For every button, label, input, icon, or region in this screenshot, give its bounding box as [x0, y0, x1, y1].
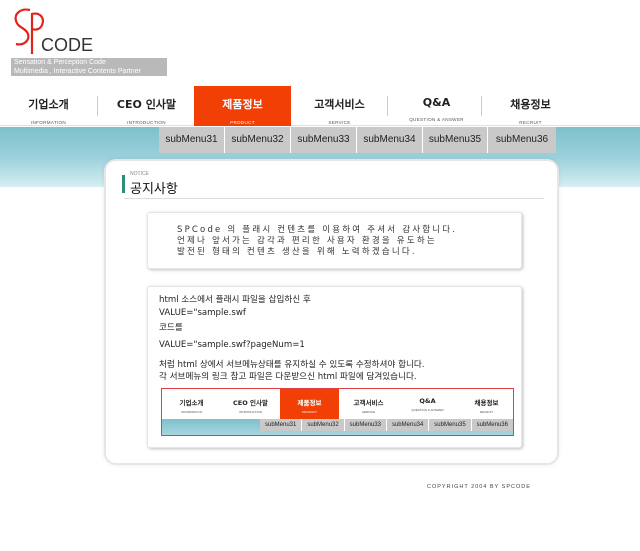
- instruction-line-3: 처럼 html 상에서 서브메뉴상태를 유지하실 수 있도록 수정하셔야 합니다…: [159, 360, 425, 370]
- submenu-item-36[interactable]: subMenu36: [488, 127, 556, 153]
- preview-nav-item: CEO 인사말 INTRODUCTION: [221, 389, 280, 419]
- preview-nav-item-active: 제품정보 PRODUCT: [280, 389, 339, 419]
- nav-sublabel: RECRUIT: [519, 120, 542, 125]
- tagline-line-2: Multimedia , Interactive Contents Partne…: [14, 68, 141, 75]
- nav-label: 기업소개: [28, 98, 69, 111]
- preview-nav-item: 채용정보 RECRUIT: [457, 389, 516, 419]
- preview-nav-item: Q&A QUESTION & ANSWER: [398, 389, 457, 419]
- nav-label: 제품정보: [222, 98, 263, 111]
- tagline: Sensation & Perception Code Multimedia ,…: [11, 58, 167, 76]
- preview-submenu-item: subMenu32: [302, 419, 345, 431]
- submenu-item-32[interactable]: subMenu32: [225, 127, 291, 153]
- submenu-item-31[interactable]: subMenu31: [159, 127, 225, 153]
- instruction-line-4: 각 서브메뉴의 링크 참고 파일은 다운받으신 html 파일에 담겨있습니다.: [159, 372, 417, 382]
- intro-line-3: 발전된 형태의 컨텐츠 생산을 위해 노력하겠습니다.: [177, 247, 417, 257]
- nav-label: 채용정보: [510, 98, 551, 111]
- preview-nav-label: 제품정보: [297, 399, 322, 407]
- nav-item-qna[interactable]: Q&A QUESTION & ANSWER: [388, 86, 485, 126]
- nav-item-company[interactable]: 기업소개 INFORMATION: [0, 86, 97, 126]
- preview-submenu-item: subMenu36: [476, 422, 508, 428]
- tagline-line-1: Sensation & Perception Code: [14, 59, 106, 66]
- logo-text: CODE: [41, 35, 94, 55]
- title-divider: [124, 198, 544, 199]
- nav-sublabel: PRODUCT: [230, 120, 255, 125]
- preview-nav-item: 고객서비스 SERVICE: [339, 389, 398, 419]
- nav-sublabel: INFORMATION: [30, 120, 67, 125]
- preview-nav-sublabel: INFORMATION: [181, 410, 202, 414]
- preview-nav-label: CEO 인사말: [233, 399, 268, 407]
- copyright: COPYRIGHT 2004 BY SPCODE: [427, 484, 531, 490]
- preview-nav-label: 고객서비스: [353, 399, 384, 407]
- notice-eyebrow: NOTICE: [130, 171, 149, 177]
- intro-message-box: SPCode 의 플래시 컨텐츠를 이용하여 주셔서 감사합니다. 언제나 앞서…: [147, 212, 522, 269]
- submenu-item-33[interactable]: subMenu33: [291, 127, 357, 153]
- nav-label: Q&A: [422, 96, 451, 109]
- main-nav: 기업소개 INFORMATION CEO 인사말 INTRODUCTION 제품…: [0, 86, 640, 126]
- intro-line-2: 언제나 앞서가는 감각과 편리한 사용자 환경을 유도하는: [177, 236, 437, 246]
- instruction-code-2: VALUE="sample.swf?pageNum=1: [159, 340, 305, 350]
- nav-item-product[interactable]: 제품정보 PRODUCT: [194, 86, 291, 126]
- preview-nav-sublabel: QUESTION & ANSWER: [411, 408, 444, 412]
- preview-nav-label: 기업소개: [179, 399, 204, 407]
- intro-line-1: SPCode 의 플래시 컨텐츠를 이용하여 주셔서 감사합니다.: [177, 225, 458, 235]
- instruction-line-2: 코드를: [159, 323, 183, 333]
- submenu-item-34[interactable]: subMenu34: [357, 127, 423, 153]
- nav-sublabel: INTRODUCTION: [127, 120, 166, 125]
- nav-label: 고객서비스: [314, 98, 365, 111]
- instruction-code-1: VALUE="sample.swf: [159, 308, 246, 318]
- preview-nav-sublabel: INTRODUCTION: [239, 410, 262, 414]
- submenu-bar: subMenu31 subMenu32 subMenu33 subMenu34 …: [159, 127, 556, 153]
- page-title: 공지사항: [130, 182, 178, 197]
- preview-nav-item: 기업소개 INFORMATION: [162, 389, 221, 419]
- preview-nav-sublabel: SERVICE: [361, 410, 376, 414]
- nav-sublabel: QUESTION & ANSWER: [409, 117, 464, 122]
- header: CODE Sensation & Perception Code Multime…: [0, 0, 640, 88]
- nav-label: CEO 인사말: [116, 98, 177, 111]
- preview-nav-label: 채용정보: [474, 399, 499, 407]
- menu-preview: 기업소개 INFORMATION CEO 인사말 INTRODUCTION 제품…: [161, 388, 514, 436]
- instruction-line-1: html 소스에서 플래시 파일을 삽입하신 후: [159, 295, 311, 305]
- preview-submenu-item: subMenu31: [260, 419, 303, 431]
- preview-nav-sublabel: PRODUCT: [302, 410, 317, 414]
- preview-submenu-item: subMenu34: [387, 419, 430, 431]
- nav-sublabel: SERVICE: [328, 120, 351, 125]
- nav-item-recruit[interactable]: 채용정보 RECRUIT: [482, 86, 579, 126]
- nav-item-ceo[interactable]: CEO 인사말 INTRODUCTION: [98, 86, 195, 126]
- preview-submenu-item: subMenu35: [429, 419, 472, 431]
- preview-nav-label: Q&A: [419, 397, 436, 405]
- instructions-box: html 소스에서 플래시 파일을 삽입하신 후 VALUE="sample.s…: [147, 286, 522, 448]
- preview-nav-sublabel: RECRUIT: [479, 410, 494, 414]
- submenu-item-35[interactable]: subMenu35: [423, 127, 488, 153]
- nav-item-service[interactable]: 고객서비스 SERVICE: [291, 86, 388, 126]
- notice-accent-bar: [122, 175, 125, 193]
- preview-submenu-item: subMenu33: [345, 419, 387, 431]
- preview-submenu: subMenu31 subMenu32 subMenu33 subMenu34 …: [260, 419, 513, 431]
